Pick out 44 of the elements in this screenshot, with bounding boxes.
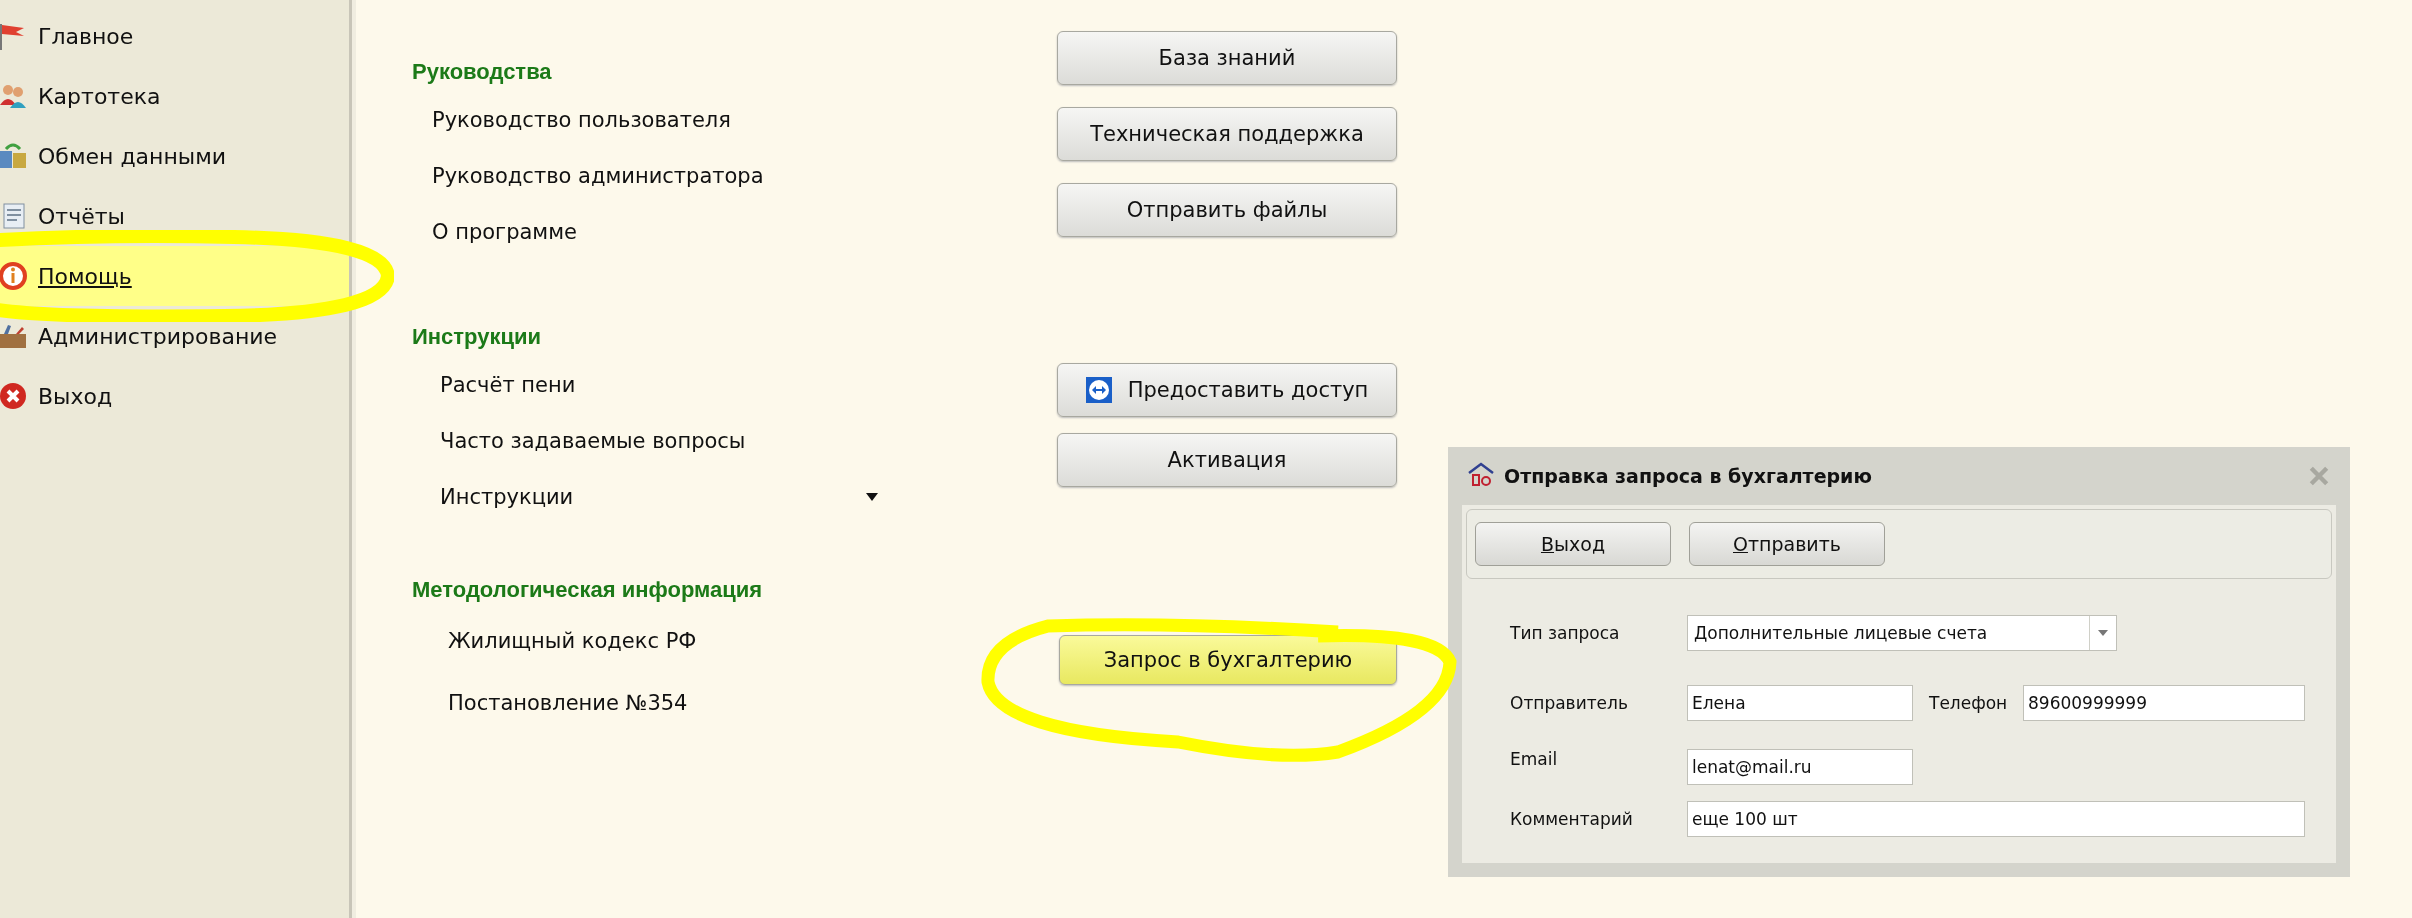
close-icon bbox=[0, 381, 28, 411]
caret-icon bbox=[2098, 630, 2108, 636]
action-button[interactable]: Предоставить доступ bbox=[1057, 363, 1397, 417]
sidebar-item[interactable]: Картотека bbox=[0, 66, 349, 126]
menu-link[interactable]: Расчёт пени bbox=[440, 373, 576, 397]
action-button[interactable]: Отправить файлы bbox=[1057, 183, 1397, 237]
dialog-button[interactable]: Отправить bbox=[1689, 522, 1885, 566]
input-field[interactable]: еще 100 шт bbox=[1687, 801, 2305, 837]
menu-link[interactable]: Постановление №354 bbox=[448, 691, 688, 715]
dialog-title: Отправка запроса в бухгалтерию bbox=[1504, 465, 1872, 487]
sidebar-item[interactable]: Администрирование bbox=[0, 306, 349, 366]
action-button[interactable]: Техническая поддержка bbox=[1057, 107, 1397, 161]
double-arrow-icon bbox=[1085, 377, 1112, 403]
report-icon bbox=[0, 201, 28, 231]
sidebar-item[interactable]: Выход bbox=[0, 366, 349, 426]
section-heading: Инструкции bbox=[412, 323, 543, 351]
menu-link[interactable]: Часто задаваемые вопросы bbox=[440, 429, 746, 453]
field-label: Тип запроса bbox=[1510, 623, 1621, 643]
menu-link[interactable]: Руководство пользователя bbox=[432, 108, 731, 132]
action-button[interactable]: Активация bbox=[1057, 433, 1397, 487]
section-heading: Руководства bbox=[412, 58, 553, 86]
request-type-dropdown[interactable]: Дополнительные лицевые счета bbox=[1687, 615, 2117, 651]
dialog-button[interactable]: Выход bbox=[1475, 522, 1671, 566]
sidebar-item[interactable]: Обмен данными bbox=[0, 126, 349, 186]
sidebar-item[interactable]: Отчёты bbox=[0, 186, 349, 246]
action-button[interactable]: Запрос в бухгалтерию bbox=[1059, 635, 1397, 685]
section-heading: Методологическая информация bbox=[412, 576, 764, 604]
input-field[interactable]: Елена bbox=[1687, 685, 1913, 721]
info-icon bbox=[0, 261, 28, 291]
input-field[interactable]: 89600999999 bbox=[2023, 685, 2305, 721]
field-label: Отправитель bbox=[1510, 693, 1629, 713]
menu-link[interactable]: Жилищный кодекс РФ bbox=[448, 629, 697, 653]
database-icon bbox=[0, 141, 28, 171]
menu-link[interactable]: Инструкции bbox=[440, 485, 574, 509]
caret-icon[interactable] bbox=[865, 492, 879, 502]
field-label: Телефон bbox=[1929, 693, 2009, 713]
sidebar-item[interactable]: Помощь bbox=[0, 246, 349, 306]
menu-link[interactable]: О программе bbox=[432, 220, 577, 244]
action-button[interactable]: База знаний bbox=[1057, 31, 1397, 85]
input-field[interactable]: lenat@mail.ru bbox=[1687, 749, 1913, 785]
sidebar-item[interactable]: Главное bbox=[0, 6, 349, 66]
field-label: Комментарий bbox=[1510, 809, 1634, 829]
menu-link[interactable]: Руководство администратора bbox=[432, 164, 764, 188]
field-label: Email bbox=[1510, 749, 1559, 769]
